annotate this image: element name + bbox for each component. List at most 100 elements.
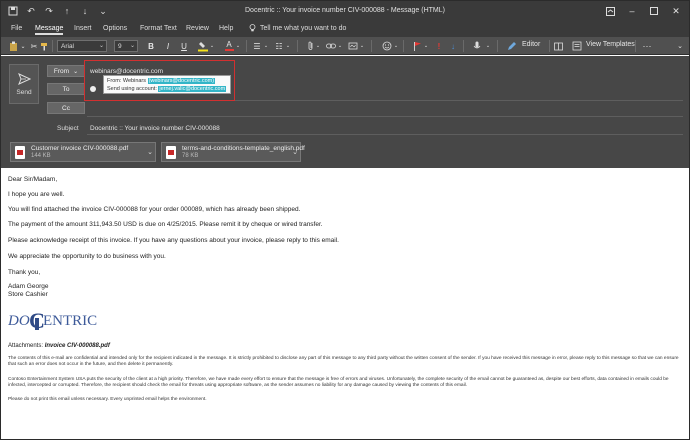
tooltip-account-prefix: Send using account:: [107, 86, 157, 92]
ribbon-separator: [52, 40, 53, 52]
subject-field-underline: [87, 134, 683, 135]
underline-button[interactable]: U: [179, 40, 189, 52]
send-button[interactable]: Send: [9, 64, 39, 104]
ribbon: ⌄ ✂ Arial ⌄ 9 ⌄ B I U ⌄ A ⌄ ☰ ⌄ ☷ ⌄ ⌄ ⌄ …: [1, 37, 689, 55]
format-painter-icon[interactable]: [39, 40, 49, 52]
chevron-down-icon[interactable]: ⌄: [485, 40, 491, 52]
greeting: Dear Sir/Madam,: [8, 176, 58, 183]
ribbon-display-icon[interactable]: [599, 1, 621, 21]
highlight-color-icon[interactable]: [197, 40, 209, 52]
high-importance-icon[interactable]: !: [433, 40, 445, 52]
signature-icon[interactable]: [347, 40, 359, 52]
maximize-icon[interactable]: [643, 1, 665, 21]
tell-me-label: Tell me what you want to do: [260, 24, 347, 32]
tooltip-account-address: jernej.valic@docentric.com: [158, 86, 227, 92]
italic-button[interactable]: I: [163, 40, 173, 52]
editor-icon[interactable]: [506, 40, 518, 52]
emoji-icon[interactable]: [381, 40, 393, 52]
chevron-down-icon[interactable]: ⌄: [292, 148, 298, 156]
body-line-4: Please acknowledge receipt of this invoi…: [8, 237, 339, 244]
chevron-down-icon[interactable]: ⌄: [285, 40, 291, 52]
paste-icon[interactable]: [7, 40, 19, 52]
disclaimer-security: Contoso Entertainment System USA puts th…: [8, 377, 669, 389]
signer-name: Adam George: [8, 283, 49, 290]
attachments-value: Invoice CIV-000088.pdf: [44, 343, 110, 349]
chevron-down-icon[interactable]: ⌄: [393, 40, 399, 52]
message-body[interactable]: Dear Sir/Madam, I hope you are well. You…: [1, 168, 689, 439]
tell-me-search[interactable]: Tell me what you want to do: [249, 24, 346, 32]
view-templates-button[interactable]: View Templates: [586, 41, 635, 48]
dictate-icon[interactable]: [471, 40, 483, 52]
tab-insert[interactable]: Insert: [74, 24, 92, 33]
font-size-select[interactable]: 9 ⌄: [114, 40, 138, 52]
tab-format-text[interactable]: Format Text: [140, 24, 177, 33]
lightbulb-icon: [249, 24, 256, 32]
font-size-value: 9: [118, 42, 122, 50]
tab-file[interactable]: File: [11, 24, 22, 33]
chevron-down-icon: ⌄: [73, 68, 79, 75]
to-button[interactable]: To: [47, 83, 85, 95]
bullets-icon[interactable]: ☰: [251, 40, 263, 52]
body-line-5: We appreciate the opportunity to do busi…: [8, 253, 166, 260]
tooltip-from-address: (webinars@docentric.com): [147, 78, 216, 84]
tooltip-from-prefix: From: Webinars: [107, 78, 147, 84]
window-controls: – ✕: [599, 1, 687, 21]
body-line-1: I hope you are well.: [8, 191, 65, 198]
font-color-button[interactable]: A: [223, 40, 235, 52]
editor-button[interactable]: Editor: [522, 41, 540, 48]
ribbon-separator: [635, 40, 636, 52]
compose-header: Send From ⌄ webinars@docentric.com To Cc…: [1, 56, 689, 168]
cut-icon[interactable]: ✂: [29, 40, 39, 52]
attach-file-icon[interactable]: [305, 40, 315, 52]
chevron-down-icon[interactable]: ⌄: [337, 40, 343, 52]
ribbon-separator: [297, 40, 298, 52]
attachment-size: 78 KB: [182, 153, 199, 159]
more-options-icon[interactable]: ···: [641, 40, 653, 52]
tooltip-account-line: Send using account: jernej.valic@docentr…: [107, 85, 227, 93]
font-name-select[interactable]: Arial ⌄: [57, 40, 107, 52]
body-line-2: You will find attached the invoice CIV-0…: [8, 206, 301, 213]
attachment-name: Customer invoice CIV-000088.pdf: [31, 145, 129, 152]
tab-review[interactable]: Review: [186, 24, 209, 33]
chevron-down-icon[interactable]: ⌄: [147, 148, 153, 156]
attachment-card[interactable]: terms-and-conditions-template_english.pd…: [161, 142, 305, 162]
chevron-down-icon: ⌄: [98, 43, 104, 49]
tooltip-from-line: From: Webinars (webinars@docentric.com): [107, 77, 227, 85]
chevron-down-icon[interactable]: ⌄: [235, 40, 241, 52]
cc-field[interactable]: [87, 116, 683, 117]
signer-title: Store Cashier: [8, 291, 48, 298]
pdf-icon: [15, 146, 25, 159]
link-icon[interactable]: [325, 40, 337, 52]
templates-icon[interactable]: [571, 40, 583, 52]
send-icon: [17, 72, 31, 85]
from-button[interactable]: From ⌄: [47, 65, 85, 77]
chevron-down-icon[interactable]: ⌄: [359, 40, 365, 52]
collapse-ribbon-icon[interactable]: ⌄: [675, 40, 685, 52]
immersive-reader-icon[interactable]: [553, 40, 563, 52]
numbering-icon[interactable]: ☷: [273, 40, 285, 52]
chevron-down-icon[interactable]: ⌄: [315, 40, 321, 52]
tab-options[interactable]: Options: [103, 24, 127, 33]
minimize-icon[interactable]: –: [621, 1, 643, 21]
chevron-down-icon: ⌄: [129, 43, 135, 49]
tab-message[interactable]: Message: [35, 24, 64, 35]
tab-help[interactable]: Help: [219, 24, 233, 33]
pdf-icon: [166, 146, 176, 159]
logo-text-do: DO: [8, 313, 30, 329]
chevron-down-icon[interactable]: ⌄: [263, 40, 269, 52]
chevron-down-icon[interactable]: ⌄: [423, 40, 429, 52]
bold-button[interactable]: B: [146, 40, 156, 52]
send-label: Send: [16, 88, 32, 96]
paste-dropdown-icon[interactable]: ⌄: [19, 40, 27, 52]
follow-up-flag-icon[interactable]: [411, 40, 423, 52]
attachment-size: 144 KB: [31, 153, 51, 159]
font-color-bar: [224, 49, 234, 51]
ribbon-separator: [497, 40, 498, 52]
ribbon-separator: [463, 40, 464, 52]
low-importance-icon[interactable]: ↓: [447, 40, 459, 52]
subject-field[interactable]: Docentric :: Your invoice number CIV-000…: [90, 125, 220, 132]
close-icon[interactable]: ✕: [665, 1, 687, 21]
chevron-down-icon[interactable]: ⌄: [209, 40, 215, 52]
cc-button[interactable]: Cc: [47, 102, 85, 114]
attachment-card[interactable]: Customer invoice CIV-000088.pdf 144 KB ⌄: [10, 142, 156, 162]
